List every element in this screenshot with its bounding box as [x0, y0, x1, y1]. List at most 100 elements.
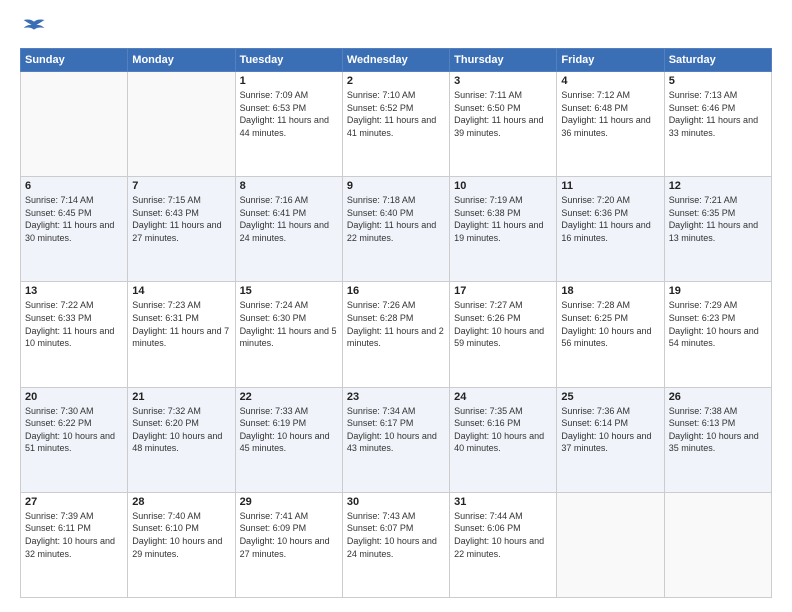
calendar-cell: 12 Sunrise: 7:21 AM Sunset: 6:35 PM Dayli… [664, 177, 771, 282]
calendar-cell: 22 Sunrise: 7:33 AM Sunset: 6:19 PM Dayli… [235, 387, 342, 492]
calendar-cell: 30 Sunrise: 7:43 AM Sunset: 6:07 PM Dayli… [342, 492, 449, 597]
day-info: Sunrise: 7:09 AM Sunset: 6:53 PM Dayligh… [240, 89, 338, 139]
calendar-week-4: 20Sunrise: 7:30 AM Sunset: 6:22 PM Dayli… [21, 387, 772, 492]
day-number: 2 [347, 75, 445, 87]
day-number: 23 [347, 391, 445, 403]
calendar-cell: 17 Sunrise: 7:27 AM Sunset: 6:26 PM Dayli… [450, 282, 557, 387]
day-info: Sunrise: 7:24 AM Sunset: 6:30 PM Dayligh… [240, 299, 338, 349]
day-number: 26 [669, 391, 767, 403]
calendar-cell: 25 Sunrise: 7:36 AM Sunset: 6:14 PM Dayli… [557, 387, 664, 492]
calendar-cell: 20Sunrise: 7:30 AM Sunset: 6:22 PM Dayli… [21, 387, 128, 492]
calendar-cell: 29Sunrise: 7:41 AM Sunset: 6:09 PM Dayli… [235, 492, 342, 597]
day-info: Sunrise: 7:39 AM Sunset: 6:11 PM Dayligh… [25, 510, 123, 560]
calendar-cell: 1 Sunrise: 7:09 AM Sunset: 6:53 PM Daylig… [235, 72, 342, 177]
day-number: 21 [132, 391, 230, 403]
day-number: 12 [669, 180, 767, 192]
calendar-cell: 6 Sunrise: 7:14 AM Sunset: 6:45 PM Daylig… [21, 177, 128, 282]
calendar-cell: 4 Sunrise: 7:12 AM Sunset: 6:48 PM Daylig… [557, 72, 664, 177]
weekday-header-thursday: Thursday [450, 49, 557, 72]
day-info: Sunrise: 7:18 AM Sunset: 6:40 PM Dayligh… [347, 194, 445, 244]
calendar-cell [664, 492, 771, 597]
calendar-cell: 26Sunrise: 7:38 AM Sunset: 6:13 PM Dayli… [664, 387, 771, 492]
day-number: 8 [240, 180, 338, 192]
day-info: Sunrise: 7:22 AM Sunset: 6:33 PM Dayligh… [25, 299, 123, 349]
day-info: Sunrise: 7:11 AM Sunset: 6:50 PM Dayligh… [454, 89, 552, 139]
day-info: Sunrise: 7:33 AM Sunset: 6:19 PM Dayligh… [240, 405, 338, 455]
day-info: Sunrise: 7:12 AM Sunset: 6:48 PM Dayligh… [561, 89, 659, 139]
day-number: 28 [132, 496, 230, 508]
calendar-cell: 27 Sunrise: 7:39 AM Sunset: 6:11 PM Dayli… [21, 492, 128, 597]
calendar-cell: 16 Sunrise: 7:26 AM Sunset: 6:28 PM Dayli… [342, 282, 449, 387]
day-number: 4 [561, 75, 659, 87]
day-number: 5 [669, 75, 767, 87]
day-number: 27 [25, 496, 123, 508]
day-number: 11 [561, 180, 659, 192]
calendar-cell: 28 Sunrise: 7:40 AM Sunset: 6:10 PM Dayli… [128, 492, 235, 597]
calendar-table: SundayMondayTuesdayWednesdayThursdayFrid… [20, 48, 772, 598]
day-info: Sunrise: 7:35 AM Sunset: 6:16 PM Dayligh… [454, 405, 552, 455]
day-info: Sunrise: 7:34 AM Sunset: 6:17 PM Dayligh… [347, 405, 445, 455]
calendar-cell: 11Sunrise: 7:20 AM Sunset: 6:36 PM Dayli… [557, 177, 664, 282]
calendar-cell [21, 72, 128, 177]
day-info: Sunrise: 7:28 AM Sunset: 6:25 PM Dayligh… [561, 299, 659, 349]
day-info: Sunrise: 7:27 AM Sunset: 6:26 PM Dayligh… [454, 299, 552, 349]
day-info: Sunrise: 7:32 AM Sunset: 6:20 PM Dayligh… [132, 405, 230, 455]
day-number: 7 [132, 180, 230, 192]
logo [20, 18, 46, 38]
calendar-cell: 23 Sunrise: 7:34 AM Sunset: 6:17 PM Dayli… [342, 387, 449, 492]
day-info: Sunrise: 7:16 AM Sunset: 6:41 PM Dayligh… [240, 194, 338, 244]
weekday-header-row: SundayMondayTuesdayWednesdayThursdayFrid… [21, 49, 772, 72]
calendar-week-2: 6 Sunrise: 7:14 AM Sunset: 6:45 PM Daylig… [21, 177, 772, 282]
weekday-header-wednesday: Wednesday [342, 49, 449, 72]
day-info: Sunrise: 7:14 AM Sunset: 6:45 PM Dayligh… [25, 194, 123, 244]
calendar-cell: 9 Sunrise: 7:18 AM Sunset: 6:40 PM Daylig… [342, 177, 449, 282]
day-number: 13 [25, 285, 123, 297]
day-number: 20 [25, 391, 123, 403]
weekday-header-tuesday: Tuesday [235, 49, 342, 72]
day-info: Sunrise: 7:43 AM Sunset: 6:07 PM Dayligh… [347, 510, 445, 560]
day-info: Sunrise: 7:40 AM Sunset: 6:10 PM Dayligh… [132, 510, 230, 560]
day-info: Sunrise: 7:44 AM Sunset: 6:06 PM Dayligh… [454, 510, 552, 560]
day-number: 1 [240, 75, 338, 87]
day-number: 14 [132, 285, 230, 297]
day-info: Sunrise: 7:13 AM Sunset: 6:46 PM Dayligh… [669, 89, 767, 139]
day-number: 22 [240, 391, 338, 403]
calendar-cell: 15 Sunrise: 7:24 AM Sunset: 6:30 PM Dayli… [235, 282, 342, 387]
page: SundayMondayTuesdayWednesdayThursdayFrid… [0, 0, 792, 612]
calendar-cell: 2 Sunrise: 7:10 AM Sunset: 6:52 PM Daylig… [342, 72, 449, 177]
day-number: 16 [347, 285, 445, 297]
calendar-cell [557, 492, 664, 597]
day-number: 9 [347, 180, 445, 192]
day-info: Sunrise: 7:23 AM Sunset: 6:31 PM Dayligh… [132, 299, 230, 349]
day-info: Sunrise: 7:21 AM Sunset: 6:35 PM Dayligh… [669, 194, 767, 244]
day-number: 31 [454, 496, 552, 508]
day-info: Sunrise: 7:19 AM Sunset: 6:38 PM Dayligh… [454, 194, 552, 244]
day-info: Sunrise: 7:10 AM Sunset: 6:52 PM Dayligh… [347, 89, 445, 139]
day-number: 15 [240, 285, 338, 297]
weekday-header-friday: Friday [557, 49, 664, 72]
calendar-cell: 5 Sunrise: 7:13 AM Sunset: 6:46 PM Daylig… [664, 72, 771, 177]
calendar-week-3: 13 Sunrise: 7:22 AM Sunset: 6:33 PM Dayli… [21, 282, 772, 387]
day-number: 30 [347, 496, 445, 508]
calendar-cell [128, 72, 235, 177]
weekday-header-sunday: Sunday [21, 49, 128, 72]
day-number: 18 [561, 285, 659, 297]
weekday-header-monday: Monday [128, 49, 235, 72]
day-number: 19 [669, 285, 767, 297]
day-info: Sunrise: 7:36 AM Sunset: 6:14 PM Dayligh… [561, 405, 659, 455]
calendar-cell: 13 Sunrise: 7:22 AM Sunset: 6:33 PM Dayli… [21, 282, 128, 387]
header [20, 18, 772, 38]
day-number: 25 [561, 391, 659, 403]
calendar-cell: 8 Sunrise: 7:16 AM Sunset: 6:41 PM Daylig… [235, 177, 342, 282]
weekday-header-saturday: Saturday [664, 49, 771, 72]
calendar-cell: 19Sunrise: 7:29 AM Sunset: 6:23 PM Dayli… [664, 282, 771, 387]
calendar-cell: 10 Sunrise: 7:19 AM Sunset: 6:38 PM Dayli… [450, 177, 557, 282]
calendar-cell: 24 Sunrise: 7:35 AM Sunset: 6:16 PM Dayli… [450, 387, 557, 492]
day-info: Sunrise: 7:26 AM Sunset: 6:28 PM Dayligh… [347, 299, 445, 349]
day-number: 24 [454, 391, 552, 403]
calendar-week-1: 1 Sunrise: 7:09 AM Sunset: 6:53 PM Daylig… [21, 72, 772, 177]
calendar-week-5: 27 Sunrise: 7:39 AM Sunset: 6:11 PM Dayli… [21, 492, 772, 597]
day-number: 10 [454, 180, 552, 192]
day-number: 17 [454, 285, 552, 297]
day-number: 6 [25, 180, 123, 192]
